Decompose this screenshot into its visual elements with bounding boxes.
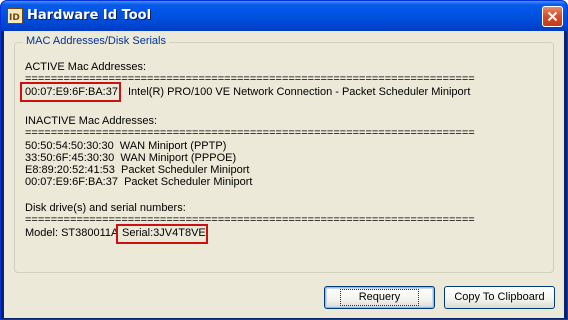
app-window: ID Hardware Id Tool MAC Addresses/Disk S… [0, 0, 568, 320]
active-mac-description: Intel(R) PRO/100 VE Network Connection -… [128, 86, 471, 98]
close-icon [547, 11, 558, 22]
active-mac-highlight [20, 82, 121, 102]
requery-button-label: Requery [339, 289, 420, 306]
groupbox-title: MAC Addresses/Disk Serials [23, 35, 169, 47]
inactive-header: INACTIVE Mac Addresses: [25, 115, 158, 127]
window-title: Hardware Id Tool [27, 8, 152, 23]
disk-model: Model: ST380011A [25, 227, 119, 239]
svg-text:ID: ID [9, 13, 20, 23]
copy-to-clipboard-button[interactable]: Copy To Clipboard [444, 286, 555, 309]
close-button[interactable] [542, 6, 563, 27]
app-icon: ID [7, 8, 23, 24]
active-header: ACTIVE Mac Addresses: [25, 61, 147, 73]
separator-2: ========================================… [25, 129, 475, 137]
output-text-area[interactable]: ACTIVE Mac Addresses: ==================… [20, 59, 545, 267]
disk-header: Disk drive(s) and serial numbers: [25, 202, 186, 214]
disk-serial-highlight [116, 224, 208, 244]
inactive-line: E8:89:20:52:41:53 Packet Scheduler Minip… [25, 164, 250, 176]
requery-button[interactable]: Requery [324, 286, 435, 309]
inactive-line: 50:50:54:50:30:30 WAN Miniport (PPTP) [25, 140, 227, 152]
separator-3: ========================================… [25, 216, 475, 224]
mac-disk-groupbox: MAC Addresses/Disk Serials ACTIVE Mac Ad… [14, 35, 554, 273]
inactive-line: 33:50:6F:45:30:30 WAN Miniport (PPPOE) [25, 152, 237, 164]
inactive-line: 00:07:E9:6F:BA:37 Packet Scheduler Minip… [25, 176, 253, 188]
title-bar[interactable]: ID Hardware Id Tool [1, 1, 567, 31]
dialog-client-area: MAC Addresses/Disk Serials ACTIVE Mac Ad… [4, 31, 564, 318]
